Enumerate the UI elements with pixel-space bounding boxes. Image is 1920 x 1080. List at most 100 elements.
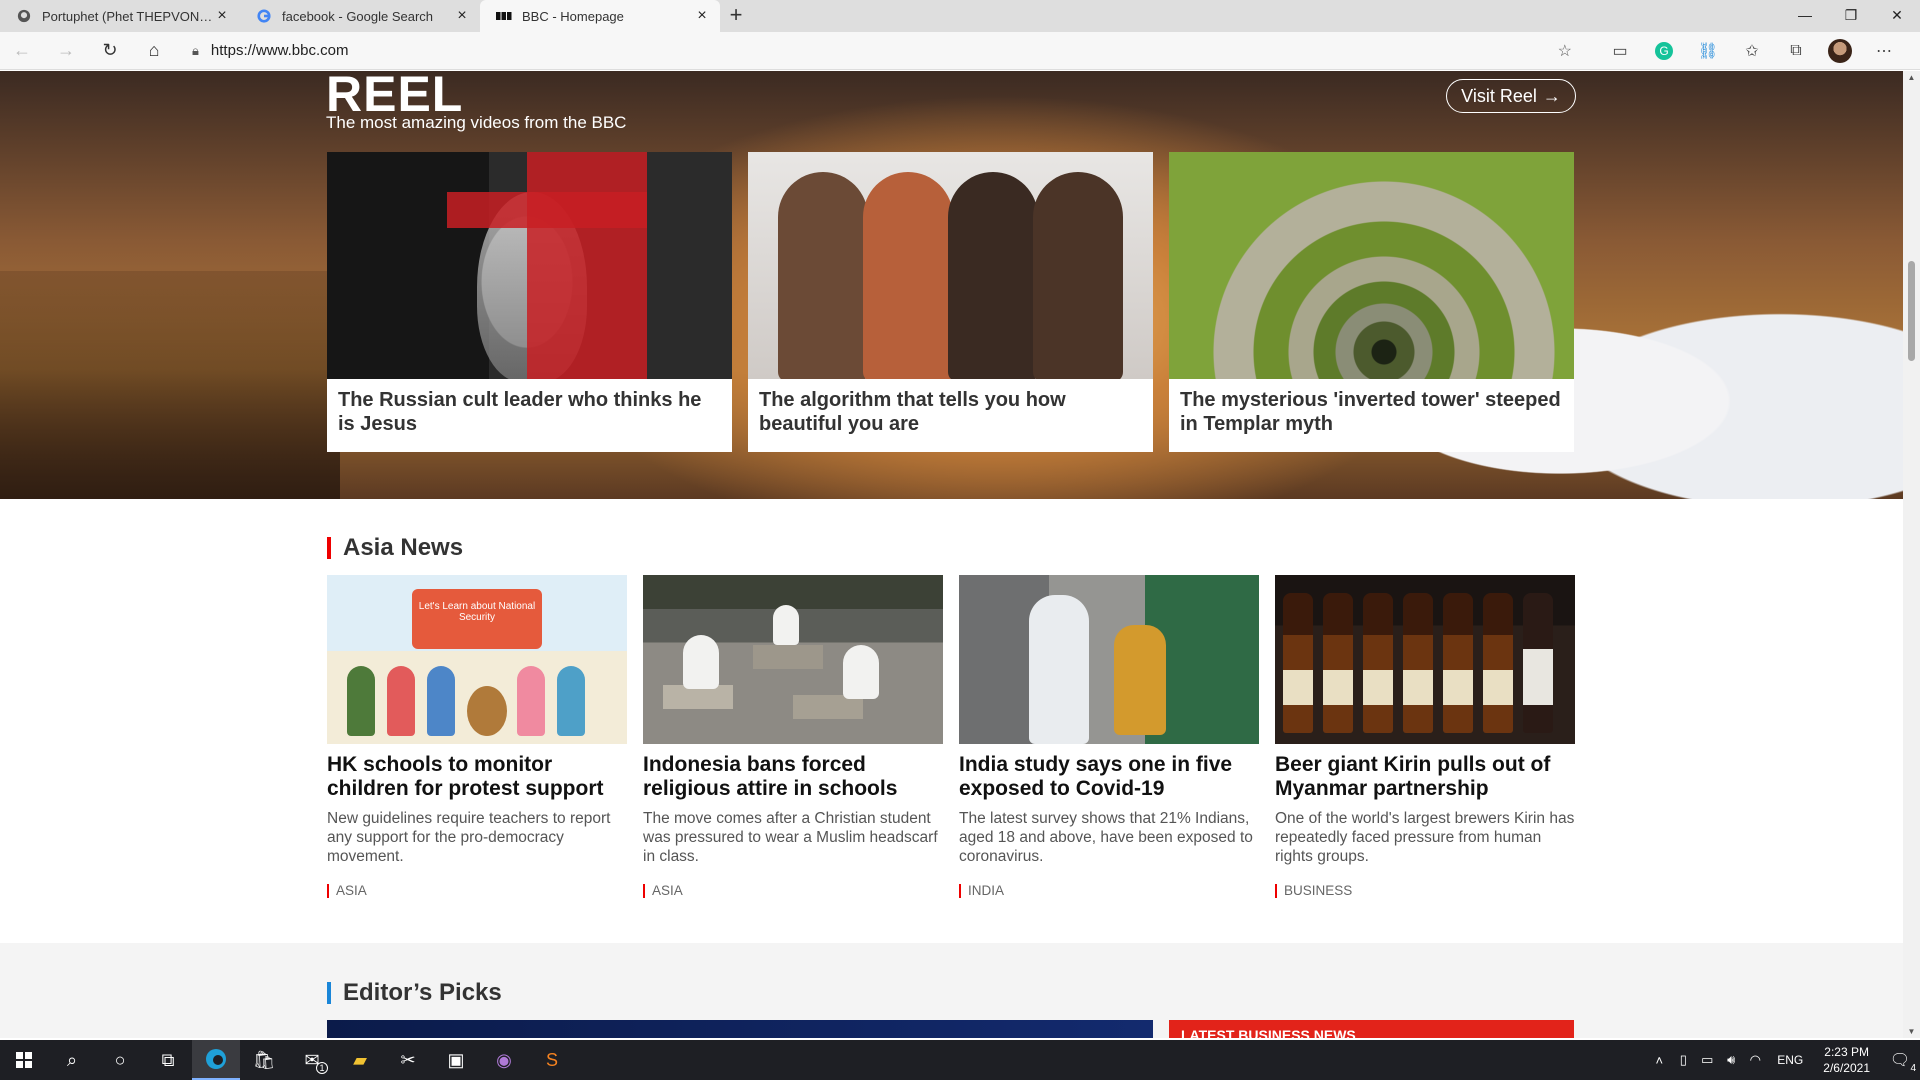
page-scrollbar[interactable]: ▲ ▼ (1903, 71, 1920, 1038)
news-card[interactable]: India study says one in five exposed to … (959, 575, 1259, 898)
language-indicator[interactable]: ENG (1777, 1053, 1803, 1067)
tab-github[interactable]: Portuphet (Phet THEPVONGSA) × (0, 0, 240, 32)
news-tag[interactable]: BUSINESS (1275, 884, 1575, 898)
battery-icon[interactable]: ▭ (1695, 1052, 1719, 1068)
back-icon[interactable]: ← (0, 35, 44, 67)
reel-card-caption[interactable]: The mysterious 'inverted tower' steeped … (1169, 379, 1574, 445)
tab-bbc[interactable]: BBC - Homepage × (480, 0, 720, 32)
reel-subtitle: The most amazing videos from the BBC (326, 113, 627, 132)
reel-card-caption[interactable]: The Russian cult leader who thinks he is… (327, 379, 732, 445)
new-tab-button[interactable]: + (720, 0, 752, 32)
close-icon[interactable]: × (214, 8, 230, 24)
forward-icon[interactable]: → (44, 35, 88, 67)
notifications-icon[interactable]: 🗨︎ 4 (1880, 1050, 1920, 1074)
tab-title: facebook - Google Search (282, 8, 434, 24)
reel-card[interactable]: The algorithm that tells you how beautif… (748, 152, 1153, 452)
reel-card-image[interactable] (1169, 152, 1574, 379)
cortana-icon[interactable]: ○ (96, 1040, 144, 1080)
reel-card-image[interactable] (327, 152, 732, 379)
minimize-icon[interactable]: — (1782, 0, 1828, 32)
latest-business-news-header[interactable]: LATEST BUSINESS NEWS (1169, 1020, 1574, 1038)
scroll-up-icon[interactable]: ▲ (1903, 73, 1920, 82)
sublime-text-icon[interactable]: S (528, 1040, 576, 1080)
scroll-down-icon[interactable]: ▼ (1903, 1027, 1920, 1036)
windows-start-icon[interactable] (0, 1040, 48, 1080)
edge-icon[interactable] (192, 1040, 240, 1080)
volume-icon[interactable]: 🔊︎ (1719, 1052, 1743, 1068)
windows-taskbar: ⌕ ○ ⧉ 🛍︎ ✉ 1 ▰ ✂ ▣ ◉ S ˄ ▯ ▭ 🔊︎ ◠ ENG 2:2… (0, 1040, 1920, 1080)
visit-reel-button[interactable]: Visit Reel → (1446, 79, 1576, 113)
add-favorite-icon[interactable]: ☆ (1558, 41, 1572, 61)
collections-icon[interactable]: ⧉ (1774, 35, 1818, 67)
close-icon[interactable]: × (454, 8, 470, 24)
store-icon[interactable]: 🛍︎ (240, 1040, 288, 1080)
reel-card[interactable]: The mysterious 'inverted tower' steeped … (1169, 152, 1574, 452)
window-controls: — ❐ ✕ (1782, 0, 1920, 32)
news-card-image[interactable] (1275, 575, 1575, 744)
lock-icon[interactable]: 🔒︎ (192, 43, 199, 59)
close-window-icon[interactable]: ✕ (1874, 0, 1920, 32)
reel-card[interactable]: The Russian cult leader who thinks he is… (327, 152, 732, 452)
bbc-icon (496, 8, 512, 24)
clock[interactable]: 2:23 PM 2/6/2021 (1823, 1044, 1870, 1076)
url-text[interactable]: https://www.bbc.com (211, 42, 1558, 59)
news-tag[interactable]: ASIA (327, 884, 627, 898)
asia-news-title[interactable]: Asia News (327, 536, 463, 560)
news-headline[interactable]: India study says one in five exposed to … (959, 753, 1259, 801)
news-tag[interactable]: ASIA (643, 884, 943, 898)
news-card-image-text: Let's Learn about National Security (412, 589, 542, 649)
news-headline[interactable]: Beer giant Kirin pulls out of Myanmar pa… (1275, 753, 1575, 801)
reel-background (0, 271, 340, 499)
close-icon[interactable]: × (694, 8, 710, 24)
reel-card-caption[interactable]: The algorithm that tells you how beautif… (748, 379, 1153, 445)
terminal-icon[interactable]: ▣ (432, 1040, 480, 1080)
news-headline[interactable]: HK schools to monitor children for prote… (327, 753, 627, 801)
news-card-image[interactable] (959, 575, 1259, 744)
chevron-up-icon[interactable]: ˄ (1647, 1053, 1671, 1068)
news-summary: The move comes after a Christian student… (643, 810, 938, 865)
profile-avatar[interactable] (1828, 38, 1852, 63)
refresh-icon[interactable]: ↻ (88, 35, 132, 67)
address-bar[interactable]: 🔒︎ https://www.bbc.com ☆ (182, 36, 1582, 66)
system-tray: ˄ ▯ ▭ 🔊︎ ◠ ENG 2:23 PM 2/6/2021 🗨︎ 4 (1647, 1040, 1920, 1080)
snipping-tool-icon[interactable]: ✂ (384, 1040, 432, 1080)
news-card[interactable]: Let's Learn about National Security HK s… (327, 575, 627, 898)
tab-google[interactable]: facebook - Google Search × (240, 0, 480, 32)
news-card-image[interactable] (643, 575, 943, 744)
scroll-thumb[interactable] (1908, 261, 1915, 361)
reel-section: REEL The most amazing videos from the BB… (0, 71, 1903, 499)
more-icon[interactable]: ⋯ (1862, 35, 1906, 67)
news-tag[interactable]: INDIA (959, 884, 1259, 898)
github-icon (16, 8, 32, 24)
grammarly-icon[interactable]: G (1655, 41, 1673, 60)
arrow-right-icon: → (1542, 85, 1561, 106)
mail-icon[interactable]: ✉ 1 (288, 1040, 336, 1080)
mail-badge: 1 (316, 1062, 328, 1074)
home-icon[interactable]: ⌂ (132, 35, 176, 67)
restore-icon[interactable]: ❐ (1828, 0, 1874, 32)
news-summary: One of the world's largest brewers Kirin… (1275, 810, 1575, 865)
search-icon[interactable]: ⌕ (48, 1040, 96, 1080)
file-explorer-icon[interactable]: ▰ (336, 1040, 384, 1080)
reel-card-image[interactable] (748, 152, 1153, 379)
link-extension-icon[interactable]: ⛓ (1686, 35, 1730, 67)
tab-title: BBC - Homepage (522, 8, 624, 24)
editors-picks-title[interactable]: Editor’s Picks (327, 981, 502, 1005)
tab-strip: Portuphet (Phet THEPVONGSA) × facebook -… (0, 0, 1920, 32)
wifi-icon[interactable]: ◠ (1743, 1052, 1767, 1068)
news-summary: New guidelines require teachers to repor… (327, 810, 611, 865)
news-summary: The latest survey shows that 21% Indians… (959, 810, 1253, 865)
favorites-icon[interactable]: ✩ (1730, 35, 1774, 67)
news-card[interactable]: Beer giant Kirin pulls out of Myanmar pa… (1275, 575, 1575, 898)
address-toolbar: ← → ↻ ⌂ 🔒︎ https://www.bbc.com ☆ ▭ G ⛓ ✩… (0, 32, 1920, 70)
tor-browser-icon[interactable]: ◉ (480, 1040, 528, 1080)
google-icon (256, 8, 272, 24)
reader-icon[interactable]: ▭ (1598, 35, 1642, 67)
news-headline[interactable]: Indonesia bans forced religious attire i… (643, 753, 943, 801)
editors-picks-image[interactable] (327, 1020, 1153, 1038)
news-card[interactable]: Indonesia bans forced religious attire i… (643, 575, 943, 898)
task-view-icon[interactable]: ⧉ (144, 1040, 192, 1080)
device-icon[interactable]: ▯ (1671, 1052, 1695, 1068)
news-card-image[interactable]: Let's Learn about National Security (327, 575, 627, 744)
visit-reel-label: Visit Reel (1461, 85, 1537, 106)
